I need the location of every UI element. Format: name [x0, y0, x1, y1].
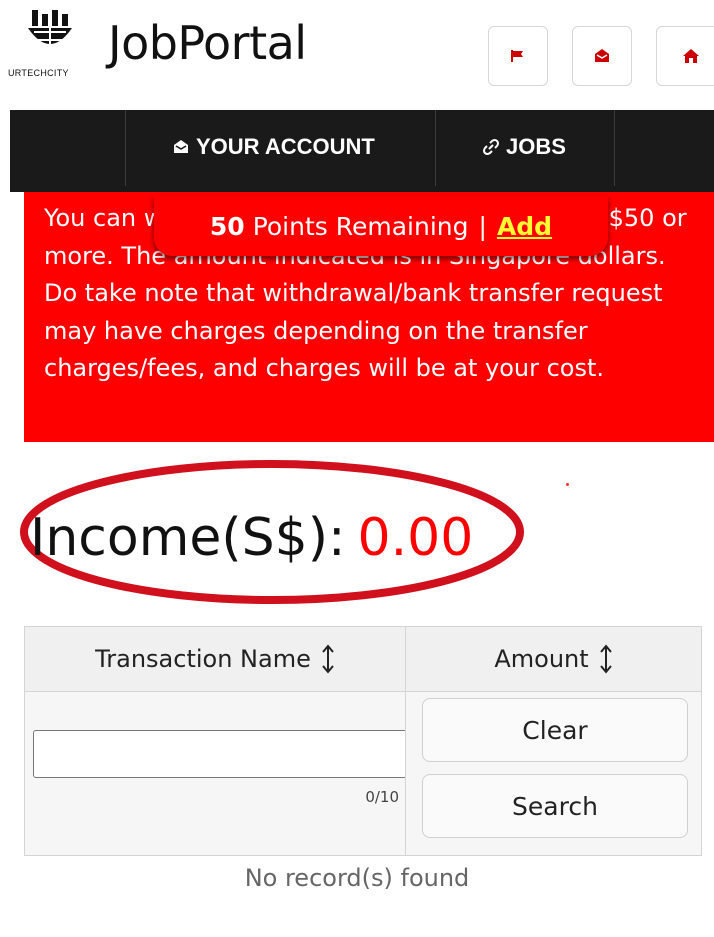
points-remaining-label: Points Remaining: [252, 211, 469, 241]
points-separator: |: [478, 211, 487, 241]
logo[interactable]: URTECHCITY: [8, 6, 90, 86]
sort-icon: [322, 644, 334, 674]
link-icon: [483, 139, 499, 155]
add-points-link[interactable]: Add: [497, 212, 552, 241]
income-label: Income(S$):: [30, 508, 346, 568]
brand-title[interactable]: JobPortal: [108, 16, 307, 70]
nav-divider: [125, 110, 126, 186]
logo-mark-icon: [28, 10, 72, 54]
column-header-label: Amount: [494, 645, 589, 673]
logo-text: URTECHCITY: [8, 68, 69, 78]
mail-icon: [595, 49, 609, 62]
mail-button[interactable]: [572, 26, 632, 86]
clear-button[interactable]: Clear: [422, 698, 688, 762]
flag-button[interactable]: [488, 26, 548, 86]
filter-cell: 0/10: [24, 692, 407, 856]
flag-icon: [511, 50, 523, 62]
sort-icon: [599, 644, 612, 674]
income-summary: Income(S$): 0.00: [30, 508, 473, 568]
transactions-table: Transaction Name Amount 0/10 Clear Searc…: [24, 626, 702, 856]
envelope-icon: [174, 140, 188, 153]
home-button[interactable]: [656, 26, 714, 86]
character-counter: 0/10: [365, 788, 399, 806]
points-banner: 50 Points Remaining | Add: [154, 196, 608, 256]
home-icon: [683, 49, 699, 63]
nav-your-account[interactable]: YOUR ACCOUNT: [172, 134, 375, 160]
stray-dot: [566, 483, 569, 486]
nav-divider: [435, 110, 436, 186]
nav-your-account-label: YOUR ACCOUNT: [196, 134, 375, 159]
empty-state-message: No record(s) found: [244, 864, 470, 892]
column-header-label: Transaction Name: [95, 645, 311, 673]
nav-jobs[interactable]: JOBS: [482, 134, 566, 160]
points-count: 50: [209, 211, 245, 241]
income-value: 0.00: [357, 508, 474, 568]
search-button[interactable]: Search: [422, 774, 688, 838]
column-header-transaction-name[interactable]: Transaction Name: [24, 626, 406, 692]
nav-jobs-label: JOBS: [506, 134, 566, 159]
column-header-amount[interactable]: Amount: [405, 626, 702, 692]
actions-cell: Clear Search: [405, 692, 702, 856]
transaction-name-filter-input[interactable]: [33, 730, 407, 778]
main-navbar: YOUR ACCOUNT JOBS: [10, 110, 714, 192]
nav-divider: [614, 110, 615, 186]
